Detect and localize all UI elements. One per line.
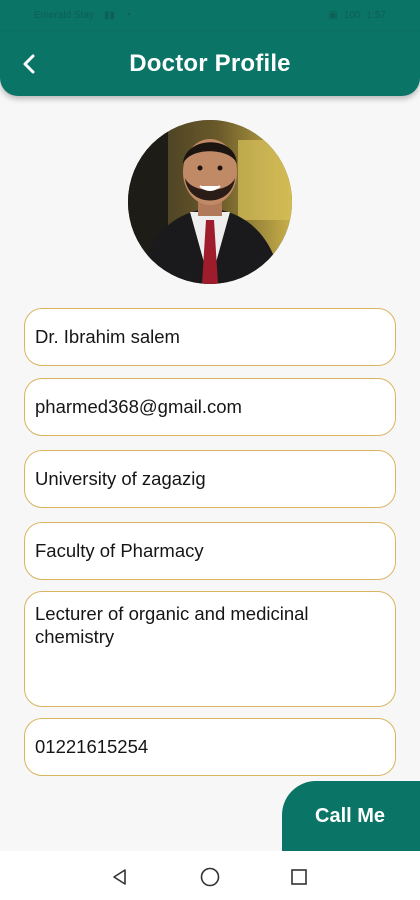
- status-right: ▣ 100 1:57: [328, 10, 386, 21]
- square-recents-icon: [291, 869, 307, 885]
- clock: 1:57: [366, 10, 386, 21]
- call-me-label: Call Me: [315, 804, 386, 827]
- email-value: pharmed368@gmail.com: [35, 396, 242, 417]
- nav-recents-button[interactable]: [287, 865, 311, 889]
- circle-home-icon: [200, 867, 220, 887]
- system-nav-bar: [0, 851, 420, 900]
- faculty-value: Faculty of Pharmacy: [35, 540, 204, 561]
- position-field[interactable]: Lecturer of organic and medicinal chemis…: [24, 591, 396, 707]
- faculty-field[interactable]: Faculty of Pharmacy: [24, 522, 396, 580]
- signal-icon: ▮▮: [104, 10, 116, 21]
- nav-back-button[interactable]: [108, 865, 132, 889]
- page-title: Doctor Profile: [129, 50, 291, 77]
- nfc-icon: ▣: [328, 10, 338, 21]
- status-left: Emerald Stay ▮▮ ◔: [34, 10, 131, 21]
- doctor-avatar: [128, 120, 292, 284]
- carrier-label: Emerald Stay: [34, 10, 95, 21]
- call-me-button[interactable]: Call Me: [282, 781, 420, 851]
- doctor-photo: [128, 120, 292, 284]
- wifi-icon: ◔: [125, 10, 132, 21]
- position-value: Lecturer of organic and medicinal chemis…: [35, 603, 309, 647]
- name-field[interactable]: Dr. Ibrahim salem: [24, 308, 396, 366]
- triangle-back-icon: [113, 869, 126, 885]
- phone-value: 01221615254: [35, 736, 149, 757]
- doctor-profile-screen: Emerald Stay ▮▮ ◔ ▣ 100 1:57 Doctor Prof…: [0, 0, 420, 900]
- battery-level: 100: [343, 10, 361, 21]
- name-value: Dr. Ibrahim salem: [35, 326, 180, 347]
- status-bar: Emerald Stay ▮▮ ◔ ▣ 100 1:57: [0, 0, 420, 32]
- phone-field[interactable]: 01221615254: [24, 718, 396, 776]
- university-value: University of zagazig: [35, 468, 206, 489]
- app-bar: Doctor Profile: [0, 32, 420, 96]
- nav-home-button[interactable]: [198, 865, 222, 889]
- university-field[interactable]: University of zagazig: [24, 450, 396, 508]
- email-field[interactable]: pharmed368@gmail.com: [24, 378, 396, 436]
